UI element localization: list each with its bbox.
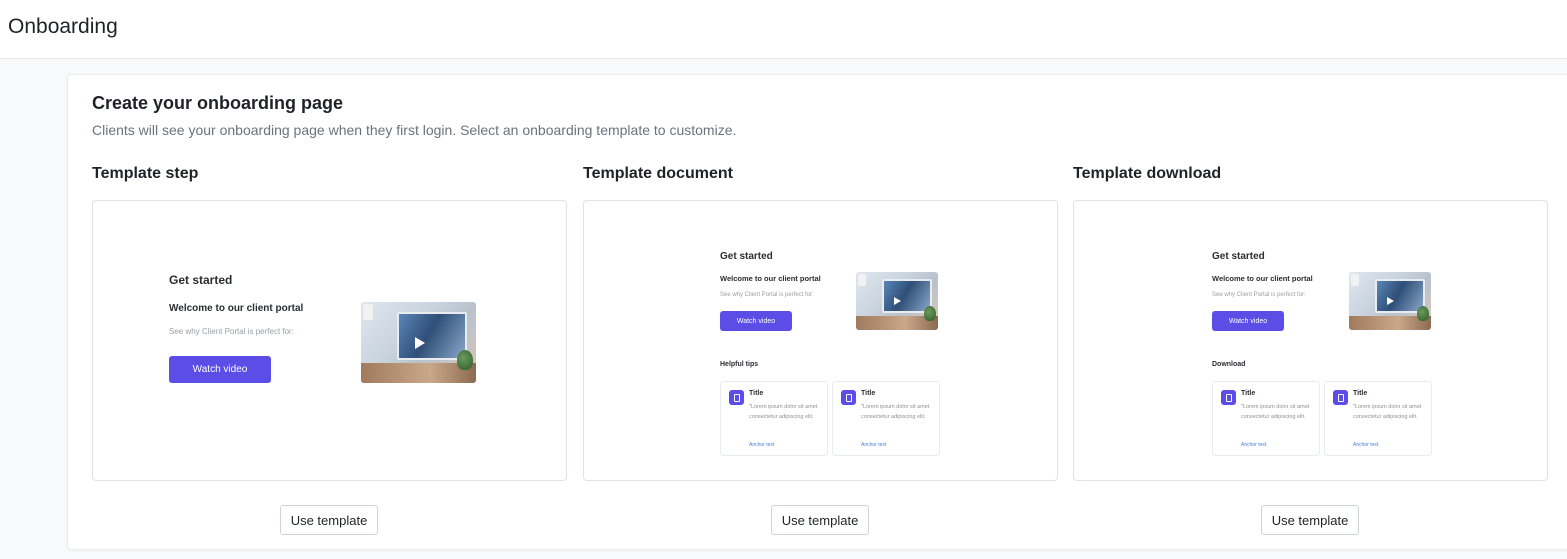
page-title: Onboarding bbox=[8, 15, 118, 38]
file-icon bbox=[1221, 390, 1236, 405]
tip-title: Title bbox=[1241, 390, 1256, 397]
use-template-step-button[interactable]: Use template bbox=[280, 505, 378, 535]
template-download-title: Template download bbox=[1073, 165, 1222, 182]
preview-download-card: Title "Lorem ipsum dolor sit amet consec… bbox=[1212, 381, 1320, 456]
template-step-preview[interactable]: Get started Welcome to our client portal… bbox=[92, 200, 567, 481]
template-document-preview[interactable]: Get started Welcome to our client portal… bbox=[583, 200, 1058, 481]
document-icon bbox=[729, 390, 744, 405]
preview-tip-card: Title "Lorem ipsum dolor sit amet consec… bbox=[832, 381, 940, 456]
template-step-title: Template step bbox=[92, 165, 199, 182]
play-icon bbox=[415, 337, 425, 349]
use-template-download-button[interactable]: Use template bbox=[1261, 505, 1359, 535]
preview-watch-video-button: Watch video bbox=[720, 311, 792, 331]
preview-section-title: Helpful tips bbox=[720, 361, 759, 368]
preview-see-why: See why Client Portal is perfect for: bbox=[720, 292, 814, 298]
tip-title: Title bbox=[1353, 390, 1368, 397]
tip-body: "Lorem ipsum dolor sit amet consectetur … bbox=[861, 404, 930, 420]
preview-see-why: See why Client Portal is perfect for: bbox=[169, 327, 294, 336]
preview-get-started: Get started bbox=[169, 273, 233, 287]
preview-welcome: Welcome to our client portal bbox=[720, 274, 821, 283]
template-download-preview[interactable]: Get started Welcome to our client portal… bbox=[1073, 200, 1548, 481]
preview-watch-video-button: Watch video bbox=[1212, 311, 1284, 331]
tip-title: Title bbox=[749, 390, 764, 397]
tip-anchor: Anchor text bbox=[749, 442, 775, 448]
tip-anchor: Anchor text bbox=[1353, 442, 1379, 448]
preview-video-thumbnail bbox=[856, 272, 938, 330]
tip-body: "Lorem ipsum dolor sit amet consectetur … bbox=[749, 404, 818, 420]
use-template-document-button[interactable]: Use template bbox=[771, 505, 869, 535]
preview-tip-card: Title "Lorem ipsum dolor sit amet consec… bbox=[720, 381, 828, 456]
document-icon bbox=[841, 390, 856, 405]
template-download-column: Template download Get started Welcome to… bbox=[1073, 165, 1548, 535]
preview-download-card: Title "Lorem ipsum dolor sit amet consec… bbox=[1324, 381, 1432, 456]
preview-get-started: Get started bbox=[1212, 251, 1265, 262]
template-document-title: Template document bbox=[583, 165, 733, 182]
card-subtitle: Clients will see your onboarding page wh… bbox=[92, 122, 737, 138]
template-step-column: Template step Get started Welcome to our… bbox=[92, 165, 567, 535]
template-document-column: Template document Get started Welcome to… bbox=[583, 165, 1058, 535]
top-bar: Onboarding bbox=[0, 0, 1567, 59]
tip-anchor: Anchor text bbox=[861, 442, 887, 448]
tip-body: "Lorem ipsum dolor sit amet consectetur … bbox=[1353, 404, 1422, 420]
preview-section-title: Download bbox=[1212, 361, 1246, 368]
preview-get-started: Get started bbox=[720, 251, 773, 262]
preview-video-thumbnail bbox=[1349, 272, 1431, 330]
play-icon bbox=[894, 297, 901, 305]
card-title: Create your onboarding page bbox=[92, 93, 344, 113]
preview-welcome: Welcome to our client portal bbox=[169, 303, 304, 314]
onboarding-card: Create your onboarding page Clients will… bbox=[67, 74, 1567, 550]
tip-anchor: Anchor text bbox=[1241, 442, 1267, 448]
tip-body: "Lorem ipsum dolor sit amet consectetur … bbox=[1241, 404, 1310, 420]
play-icon bbox=[1387, 297, 1394, 305]
file-icon bbox=[1333, 390, 1348, 405]
preview-video-thumbnail bbox=[361, 302, 476, 383]
preview-welcome: Welcome to our client portal bbox=[1212, 274, 1313, 283]
tip-title: Title bbox=[861, 390, 876, 397]
preview-watch-video-button: Watch video bbox=[169, 356, 271, 383]
preview-see-why: See why Client Portal is perfect for: bbox=[1212, 292, 1306, 298]
